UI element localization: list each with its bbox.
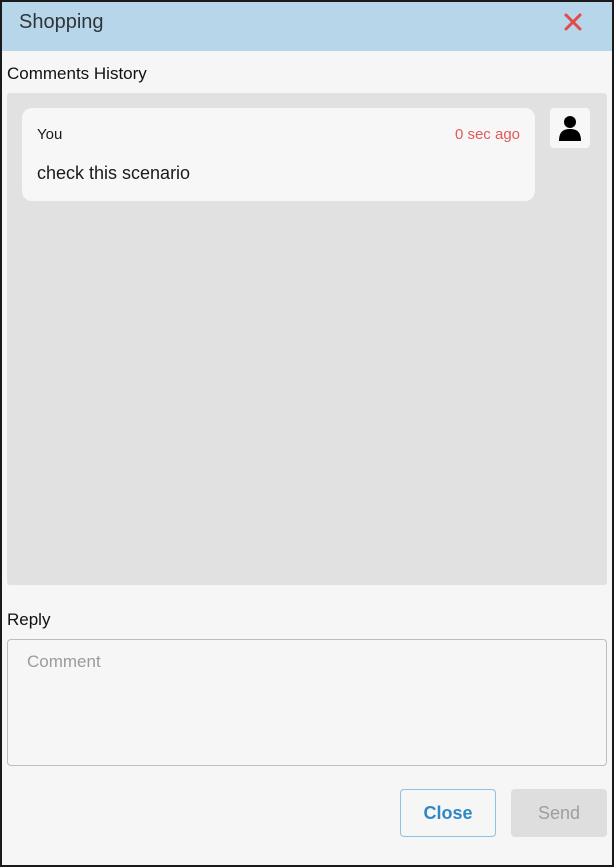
comments-history-label: Comments History <box>7 64 147 83</box>
close-icon[interactable] <box>562 11 584 33</box>
comment-text: check this scenario <box>37 163 191 183</box>
comment-input[interactable] <box>7 639 607 766</box>
reply-label: Reply <box>7 610 51 629</box>
comment-time: 0 sec ago <box>454 126 520 143</box>
dialog-header: Shopping <box>2 2 612 51</box>
comments-dialog: Shopping Comments History You 0 sec ago … <box>0 0 614 867</box>
send-button[interactable]: Send <box>511 789 607 837</box>
user-icon <box>559 116 581 141</box>
dialog-title: Shopping <box>19 11 104 33</box>
close-button[interactable]: Close <box>400 789 496 837</box>
comment-author: You <box>37 126 63 143</box>
comments-history-panel: You 0 sec ago check this scenario <box>7 93 607 585</box>
comment-bubble: You 0 sec ago check this scenario <box>22 108 535 201</box>
avatar <box>550 108 590 148</box>
